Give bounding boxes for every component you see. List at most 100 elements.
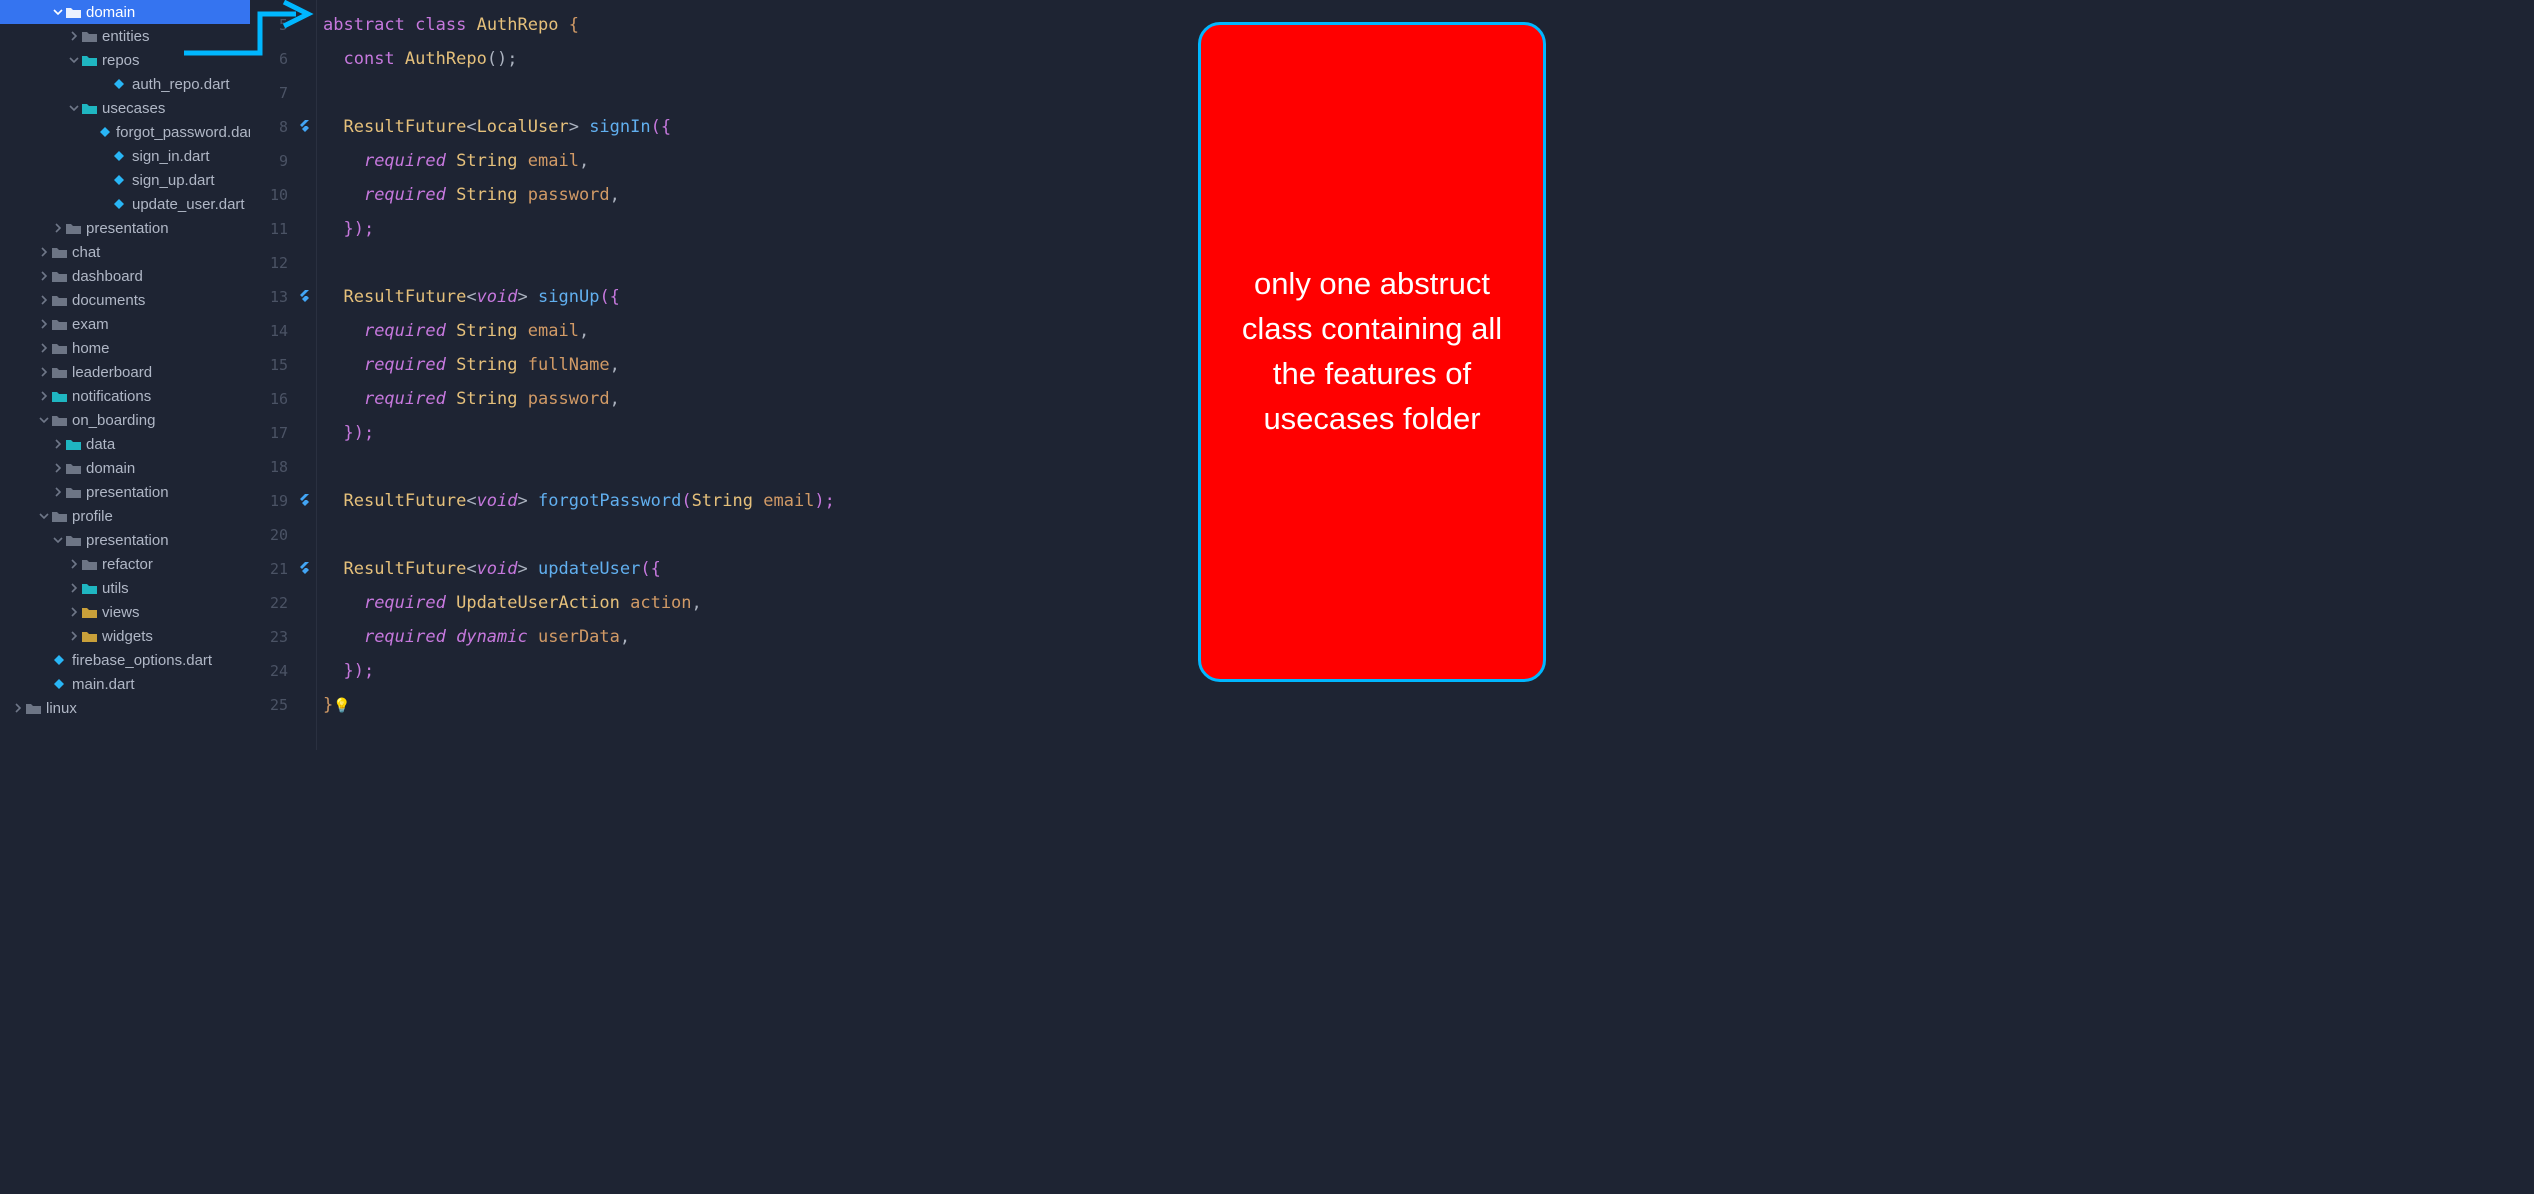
flutter-icon[interactable]: [298, 290, 312, 304]
tree-item-label: firebase_options.dart: [72, 652, 212, 669]
chevron-right-icon[interactable]: [38, 247, 50, 257]
tree-item-label: sign_up.dart: [132, 172, 215, 189]
tree-item-label: update_user.dart: [132, 196, 245, 213]
tree-item-widgets[interactable]: widgets: [0, 624, 250, 648]
gutter-icon-slot: [294, 416, 316, 450]
chevron-down-icon[interactable]: [52, 7, 64, 17]
chevron-right-icon[interactable]: [38, 391, 50, 401]
chevron-right-icon[interactable]: [52, 487, 64, 497]
tree-item-home[interactable]: home: [0, 336, 250, 360]
tree-item-forgot-password-dart[interactable]: forgot_password.dart: [0, 120, 250, 144]
tree-item-label: leaderboard: [72, 364, 152, 381]
dart-file-icon: [110, 197, 128, 211]
folder-icon: [80, 30, 98, 42]
line-number: 11: [250, 212, 294, 246]
lightbulb-icon[interactable]: 💡: [333, 698, 350, 714]
dart-file-icon: [50, 677, 68, 691]
tree-item-usecases[interactable]: usecases: [0, 96, 250, 120]
tree-item-sign-up-dart[interactable]: sign_up.dart: [0, 168, 250, 192]
gutter-icons: [294, 0, 316, 750]
tree-item-chat[interactable]: chat: [0, 240, 250, 264]
tree-item-sign-in-dart[interactable]: sign_in.dart: [0, 144, 250, 168]
code-line-25: }💡: [317, 688, 1558, 722]
chevron-right-icon[interactable]: [68, 583, 80, 593]
flutter-icon[interactable]: [298, 120, 312, 134]
flutter-icon[interactable]: [298, 494, 312, 508]
gutter-icon-slot: [294, 42, 316, 76]
tree-item-dashboard[interactable]: dashboard: [0, 264, 250, 288]
chevron-right-icon[interactable]: [52, 463, 64, 473]
tree-item-on-boarding[interactable]: on_boarding: [0, 408, 250, 432]
line-number: 21: [250, 552, 294, 586]
chevron-right-icon[interactable]: [68, 607, 80, 617]
tree-item-domain[interactable]: domain: [0, 0, 250, 24]
dart-file-icon: [98, 125, 112, 139]
tree-item-refactor[interactable]: refactor: [0, 552, 250, 576]
tree-item-repos[interactable]: repos: [0, 48, 250, 72]
tree-item-label: presentation: [86, 532, 169, 549]
tree-item-presentation[interactable]: presentation: [0, 216, 250, 240]
chevron-down-icon[interactable]: [68, 55, 80, 65]
gutter-icon-slot: [294, 484, 316, 518]
gutter-icon-slot: [294, 586, 316, 620]
tree-item-profile[interactable]: profile: [0, 504, 250, 528]
folder-icon: [64, 462, 82, 474]
tree-item-label: domain: [86, 4, 135, 21]
folder-icon: [64, 534, 82, 546]
chevron-right-icon[interactable]: [68, 31, 80, 41]
chevron-right-icon[interactable]: [38, 367, 50, 377]
tree-item-entities[interactable]: entities: [0, 24, 250, 48]
dart-file-icon: [110, 149, 128, 163]
gutter-icon-slot: [294, 314, 316, 348]
folder-icon: [80, 582, 98, 594]
folder-icon: [80, 606, 98, 618]
tree-item-main-dart[interactable]: main.dart: [0, 672, 250, 696]
tree-item-domain[interactable]: domain: [0, 456, 250, 480]
tree-item-exam[interactable]: exam: [0, 312, 250, 336]
line-number: 9: [250, 144, 294, 178]
flutter-icon[interactable]: [298, 562, 312, 576]
gutter-icon-slot: [294, 144, 316, 178]
line-number: 17: [250, 416, 294, 450]
folder-icon: [50, 414, 68, 426]
tree-item-views[interactable]: views: [0, 600, 250, 624]
folder-icon: [80, 102, 98, 114]
tree-item-label: auth_repo.dart: [132, 76, 230, 93]
chevron-down-icon[interactable]: [52, 535, 64, 545]
tree-item-label: on_boarding: [72, 412, 155, 429]
tree-item-presentation[interactable]: presentation: [0, 480, 250, 504]
tree-item-label: chat: [72, 244, 100, 261]
gutter-icon-slot: [294, 450, 316, 484]
chevron-right-icon[interactable]: [38, 295, 50, 305]
tree-item-leaderboard[interactable]: leaderboard: [0, 360, 250, 384]
tree-item-utils[interactable]: utils: [0, 576, 250, 600]
chevron-right-icon[interactable]: [38, 343, 50, 353]
chevron-right-icon[interactable]: [52, 439, 64, 449]
tree-item-data[interactable]: data: [0, 432, 250, 456]
tree-item-auth-repo-dart[interactable]: auth_repo.dart: [0, 72, 250, 96]
chevron-right-icon[interactable]: [38, 319, 50, 329]
tree-item-update-user-dart[interactable]: update_user.dart: [0, 192, 250, 216]
file-explorer[interactable]: domain entitiesrepos auth_repo.dartusecase…: [0, 0, 250, 750]
chevron-right-icon[interactable]: [52, 223, 64, 233]
chevron-down-icon[interactable]: [38, 511, 50, 521]
tree-item-label: documents: [72, 292, 145, 309]
line-number: 6: [250, 42, 294, 76]
tree-item-linux[interactable]: linux: [0, 696, 250, 720]
tree-item-firebase-options-dart[interactable]: firebase_options.dart: [0, 648, 250, 672]
chevron-right-icon[interactable]: [68, 631, 80, 641]
chevron-down-icon[interactable]: [68, 103, 80, 113]
folder-icon: [50, 318, 68, 330]
tree-item-notifications[interactable]: notifications: [0, 384, 250, 408]
chevron-right-icon[interactable]: [12, 703, 24, 713]
chevron-down-icon[interactable]: [38, 415, 50, 425]
tree-item-label: presentation: [86, 220, 169, 237]
chevron-right-icon[interactable]: [38, 271, 50, 281]
line-number: 18: [250, 450, 294, 484]
line-number: 22: [250, 586, 294, 620]
tree-item-label: utils: [102, 580, 129, 597]
chevron-right-icon[interactable]: [68, 559, 80, 569]
tree-item-documents[interactable]: documents: [0, 288, 250, 312]
line-number: 7: [250, 76, 294, 110]
tree-item-presentation[interactable]: presentation: [0, 528, 250, 552]
